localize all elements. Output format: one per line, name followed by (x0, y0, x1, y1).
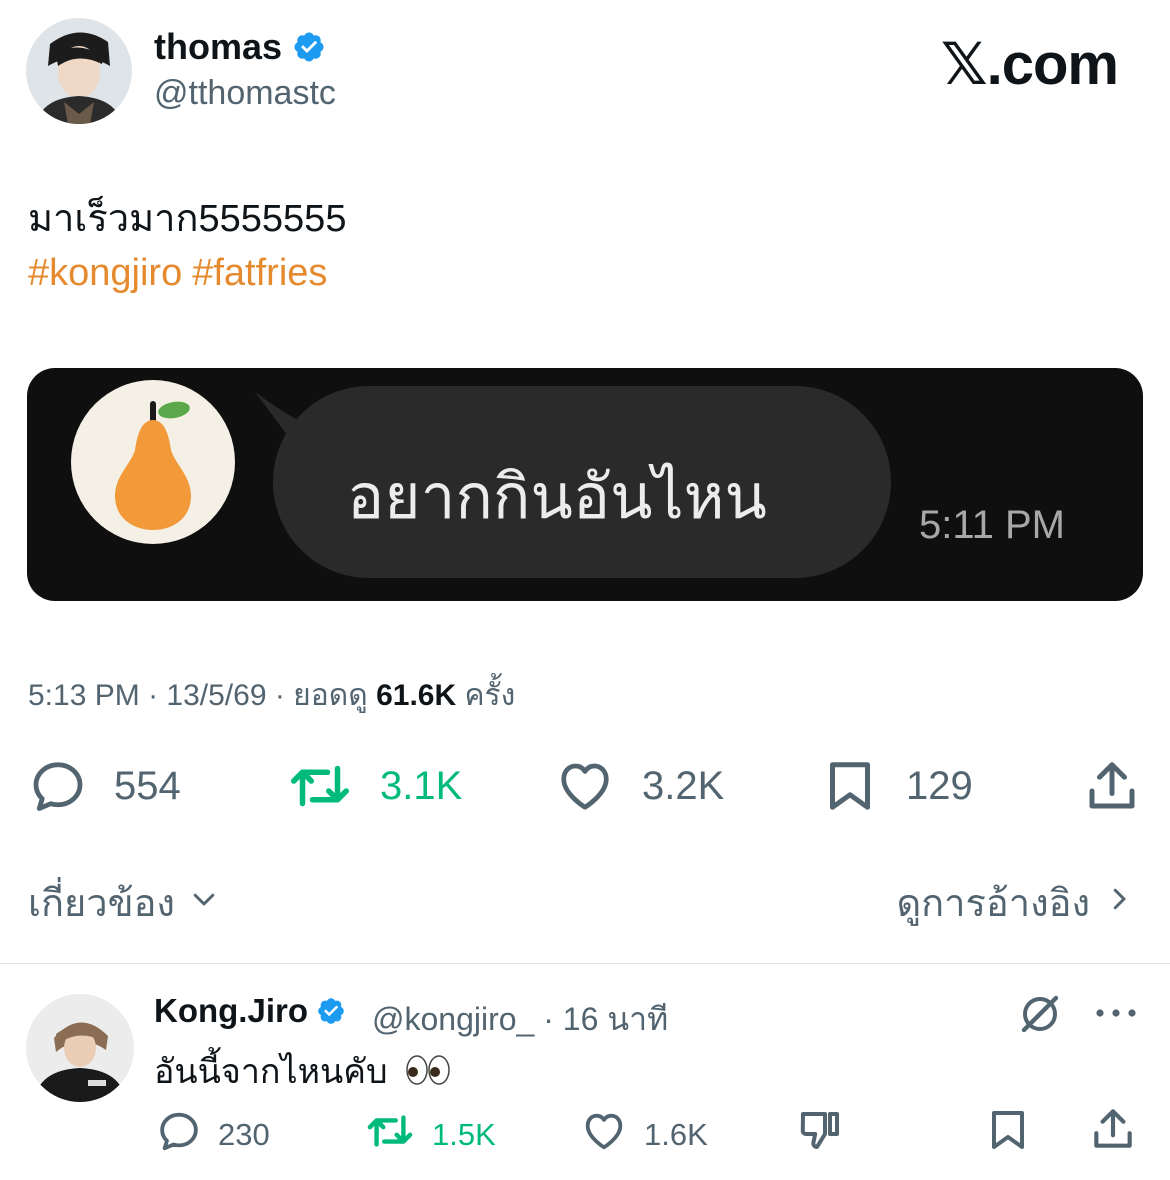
quotes-label: ดูการอ้างอิง (896, 883, 1090, 925)
chat-time: 5:11 PM (919, 503, 1065, 547)
author-name-text: thomas (154, 26, 283, 67)
reply-handle[interactable]: @kongjiro_ · 16 นาที (372, 994, 668, 1045)
chevron-right-icon (1104, 881, 1134, 924)
like-icon (554, 756, 616, 816)
more-icon[interactable] (1094, 1004, 1138, 1027)
reply-icon (156, 1108, 202, 1162)
pear-icon (71, 380, 235, 544)
reply-author-text: Kong.Jiro (154, 992, 308, 1029)
grok-icon[interactable] (1016, 990, 1064, 1043)
chat-message: อยากกินอันไหน (347, 460, 767, 533)
repost-count: 3.1K (380, 763, 463, 808)
related-label: เกี่ยวข้อง (28, 883, 175, 925)
reply-count: 554 (114, 763, 181, 808)
tweet-image[interactable]: อยากกินอันไหน 5:11 PM (27, 368, 1143, 601)
bookmark-icon (820, 756, 880, 816)
share-button[interactable] (1082, 756, 1142, 816)
reply-like-count: 1.6K (644, 1117, 708, 1152)
hashtag-link[interactable]: #kongjiro (28, 252, 182, 294)
reply-author-name[interactable]: Kong.Jiro (154, 992, 346, 1030)
reply-text: อันนี้จากไหนคับ (154, 1044, 451, 1098)
repost-icon (364, 1108, 416, 1162)
author-avatar[interactable] (26, 18, 132, 124)
author-name[interactable]: thomas (154, 26, 326, 68)
bookmark-button[interactable]: 129 (820, 756, 973, 816)
like-icon (580, 1108, 628, 1162)
repost-icon (286, 756, 354, 816)
tweet-text: มาเร็วมาก5555555 (28, 198, 347, 240)
tweet-time[interactable]: 5:13 PM (28, 679, 140, 712)
repost-button[interactable]: 3.1K (286, 756, 462, 816)
chevron-down-icon (189, 881, 219, 924)
site-logo: 𝕏.com (940, 32, 1119, 97)
divider (0, 963, 1170, 964)
author-handle[interactable]: @tthomastc (154, 74, 336, 113)
view-quotes-link[interactable]: ดูการอ้างอิง (896, 872, 1134, 933)
reply-share-button[interactable] (1088, 1104, 1138, 1159)
reply-bookmark-button[interactable] (984, 1106, 1032, 1159)
like-count: 3.2K (642, 763, 725, 808)
reply-repost-button[interactable]: 1.5K (364, 1108, 496, 1162)
reply-reply-count: 230 (218, 1117, 270, 1152)
views-label: ยอดดู (293, 679, 368, 712)
dislike-icon[interactable] (796, 1106, 844, 1159)
views-suffix: ครั้ง (464, 679, 516, 712)
reply-button[interactable]: 554 (28, 756, 181, 816)
tweet-date[interactable]: 13/5/69 (166, 679, 266, 712)
hashtag-list: #kongjiro #fatfries (28, 248, 337, 298)
hashtag-link[interactable]: #fatfries (192, 252, 327, 294)
reply-like-button[interactable]: 1.6K (580, 1108, 708, 1162)
verified-icon (316, 996, 346, 1026)
verified-icon (292, 30, 326, 64)
eyes-emoji (405, 1054, 451, 1095)
reply-reply-button[interactable]: 230 (156, 1108, 270, 1162)
reply-repost-count: 1.5K (432, 1117, 496, 1152)
reply-avatar[interactable] (26, 994, 134, 1102)
reply-icon (28, 756, 88, 816)
bookmark-count: 129 (906, 763, 973, 808)
tweet-meta: 5:13 PM · 13/5/69 · ยอดดู 61.6K ครั้ง (28, 679, 516, 712)
share-icon (1082, 756, 1142, 816)
reply-text-body: อันนี้จากไหนคับ (154, 1053, 388, 1091)
views-count: 61.6K (376, 679, 457, 712)
related-dropdown[interactable]: เกี่ยวข้อง (28, 872, 219, 933)
like-button[interactable]: 3.2K (554, 756, 724, 816)
